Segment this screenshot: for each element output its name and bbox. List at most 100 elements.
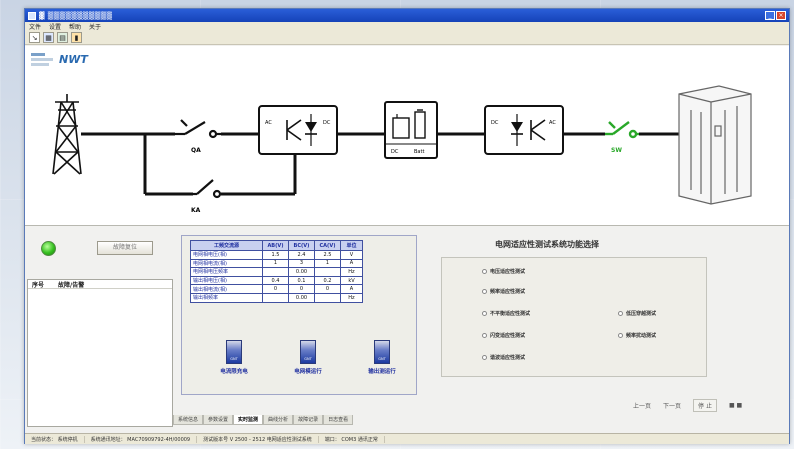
fault-reset-button[interactable]: 故障复位 (97, 241, 153, 255)
switch-sw-icon[interactable] (605, 121, 639, 139)
control-area: 故障复位 序号 故障/告警 工频交流源 AB(V) BC(V) CA(V) 单位 (25, 227, 789, 427)
cell-bc: 2.4 (288, 250, 315, 260)
cell-ab: 1 (262, 258, 289, 269)
status-bar: 当前状态： 系统停机 系统通讯地址： MAC70909792-4H/00009 … (25, 433, 789, 444)
row-label: 输出相电流(相) (190, 284, 263, 294)
stop-button[interactable]: 停 止 (693, 399, 717, 412)
radio-voltage-test[interactable]: 电压适应性测试 (482, 268, 525, 275)
col-header-unit: 单位 (340, 240, 363, 251)
col-header-ca: CA(V) (314, 240, 341, 251)
label-dc-left: DC (323, 120, 331, 126)
table-row: 电网相电压频率 0.00 Hz (190, 267, 363, 277)
radio-icon (618, 311, 623, 316)
radio-freq-disturb-test[interactable]: 频率扰动测试 (618, 332, 656, 339)
status-port: 端口： COM3 通讯正常 (319, 435, 385, 443)
table-row: 电网相电压(相) 1.5 2.4 2.5 V (190, 250, 363, 260)
cell-bc: 0.1 (288, 275, 315, 286)
single-line-diagram: QA KA AC DC DC Batt DC AC SW (52, 85, 752, 214)
indicator-light-icon: GNT (226, 340, 242, 364)
fault-log-list[interactable]: 序号 故障/告警 (27, 279, 173, 427)
log-col-index: 序号 (32, 281, 45, 289)
log-col-fault: 故障/告警 (58, 281, 85, 289)
minimize-button[interactable]: _ (765, 11, 775, 20)
breaker-qa-icon[interactable] (175, 119, 221, 139)
table-row: 输出相电压(相) 0.4 0.1 0.2 kV (190, 275, 363, 286)
tab-log-view[interactable]: 日志查看 (323, 415, 354, 425)
window-title: ▓ ▒▒▒▒▒▒▒▒▒▒▒ (39, 11, 113, 20)
app-window: ▓ ▒▒▒▒▒▒▒▒▒▒▒ _ × 文件 设置 帮助 关于 ↘ ▦ ▤ ▮ NW… (24, 8, 790, 444)
table-row: 电网相电流(相) 1 3 1 A (190, 258, 363, 269)
ac-dc-converter-icon (258, 105, 338, 155)
indicator-grid-run: GNT 电网模运行 (286, 340, 330, 375)
tab-fault-record[interactable]: 故障记录 (293, 415, 324, 425)
label-qa: QA (191, 147, 201, 154)
tab-param-settings[interactable]: 参数设置 (203, 415, 234, 425)
status-panel: 故障复位 序号 故障/告警 (27, 227, 173, 427)
radio-lvrt-test[interactable]: 低压穿越测试 (618, 310, 656, 317)
status-system-state: 当前状态： 系统停机 (25, 435, 85, 443)
indicator-charge-limit: GNT 电流限充电 (212, 340, 256, 375)
menu-item-about[interactable]: 关于 (89, 22, 101, 31)
label-dc-right: DC (491, 120, 499, 126)
run-indicators: GNT 电流限充电 GNT 电网模运行 GNT 输出测运行 (212, 340, 404, 375)
label-ac-right: AC (549, 120, 556, 126)
indicator-output-run: GNT 输出测运行 (360, 340, 404, 375)
page-nav: 上一页 下一页 停 止 ■ ■ (633, 399, 742, 412)
cell-unit: A (340, 284, 363, 294)
transmission-tower-icon (52, 94, 82, 175)
radio-icon (482, 355, 487, 360)
cell-bc: 3 (288, 258, 315, 269)
cell-ab: 1.5 (262, 250, 289, 260)
prev-page-button[interactable]: 上一页 (633, 401, 651, 410)
cell-ca (314, 267, 341, 277)
menu-item-help[interactable]: 帮助 (69, 22, 81, 31)
table-row: 输出相频率 0.00 Hz (190, 292, 363, 303)
label-ka: KA (191, 207, 201, 214)
indicator-light-icon: GNT (374, 340, 390, 364)
menu-item-file[interactable]: 文件 (29, 22, 41, 31)
row-label: 电网相电流(相) (190, 258, 263, 269)
row-label: 电网相电压(相) (190, 250, 263, 260)
tab-curve-analysis[interactable]: 曲线分析 (263, 415, 294, 425)
cell-unit: kV (340, 275, 363, 286)
cabinet-icon (678, 85, 752, 205)
cell-ab: 0 (262, 284, 289, 294)
breaker-ka-icon[interactable] (193, 179, 222, 199)
menu-item-settings[interactable]: 设置 (49, 22, 61, 31)
col-header-source: 工频交流源 (190, 240, 263, 251)
label-ac-left: AC (265, 120, 272, 126)
cell-unit: V (340, 250, 363, 260)
folder-icon[interactable]: ▮ (71, 32, 82, 43)
label-batt: Batt (414, 149, 424, 155)
col-header-bc: BC(V) (288, 240, 315, 251)
tab-realtime-monitor[interactable]: 实时监测 (233, 415, 264, 425)
chart-icon[interactable]: ▤ (57, 32, 68, 43)
cell-unit: Hz (340, 292, 363, 303)
status-comm-address: 系统通讯地址： MAC70909792-4H/00009 (85, 435, 198, 443)
tab-bar: 系统信息 参数设置 实时监测 曲线分析 故障记录 日志查看 (173, 415, 354, 425)
radio-unbalance-test[interactable]: 不平衡适应性测试 (482, 310, 530, 317)
radio-icon (482, 289, 487, 294)
function-select-title: 电网适应性测试系统功能选择 (495, 240, 599, 249)
cell-bc: 0 (288, 284, 315, 294)
more-button[interactable]: ■ ■ (729, 402, 742, 409)
tab-system-info[interactable]: 系统信息 (173, 415, 204, 425)
menu-bar: 文件 设置 帮助 关于 (25, 22, 789, 31)
radio-harmonic-test[interactable]: 谐波适应性测试 (482, 354, 525, 361)
cell-ca: 0.2 (314, 275, 341, 286)
radio-frequency-test[interactable]: 频率适应性测试 (482, 288, 525, 295)
status-version: 测试版本号 V 2500 - 2512 电网适应性测试系统 (197, 435, 319, 443)
grid-icon[interactable]: ▦ (43, 32, 54, 43)
indicator-label: 电网模运行 (294, 369, 322, 375)
cell-ca: 2.5 (314, 250, 341, 260)
indicator-light-icon: GNT (300, 340, 316, 364)
toolbar: ↘ ▦ ▤ ▮ (25, 31, 789, 45)
next-page-button[interactable]: 下一页 (663, 401, 681, 410)
connect-icon[interactable]: ↘ (29, 32, 40, 43)
table-row: 输出相电流(相) 0 0 0 A (190, 284, 363, 294)
app-icon (28, 11, 36, 20)
close-button[interactable]: × (776, 11, 786, 20)
function-select-group: 电压适应性测试 频率适应性测试 不平衡适应性测试 闪变适应性测试 谐波适应性测试… (441, 257, 707, 377)
radio-flicker-test[interactable]: 闪变适应性测试 (482, 332, 525, 339)
row-label: 输出相电压(相) (190, 275, 263, 286)
